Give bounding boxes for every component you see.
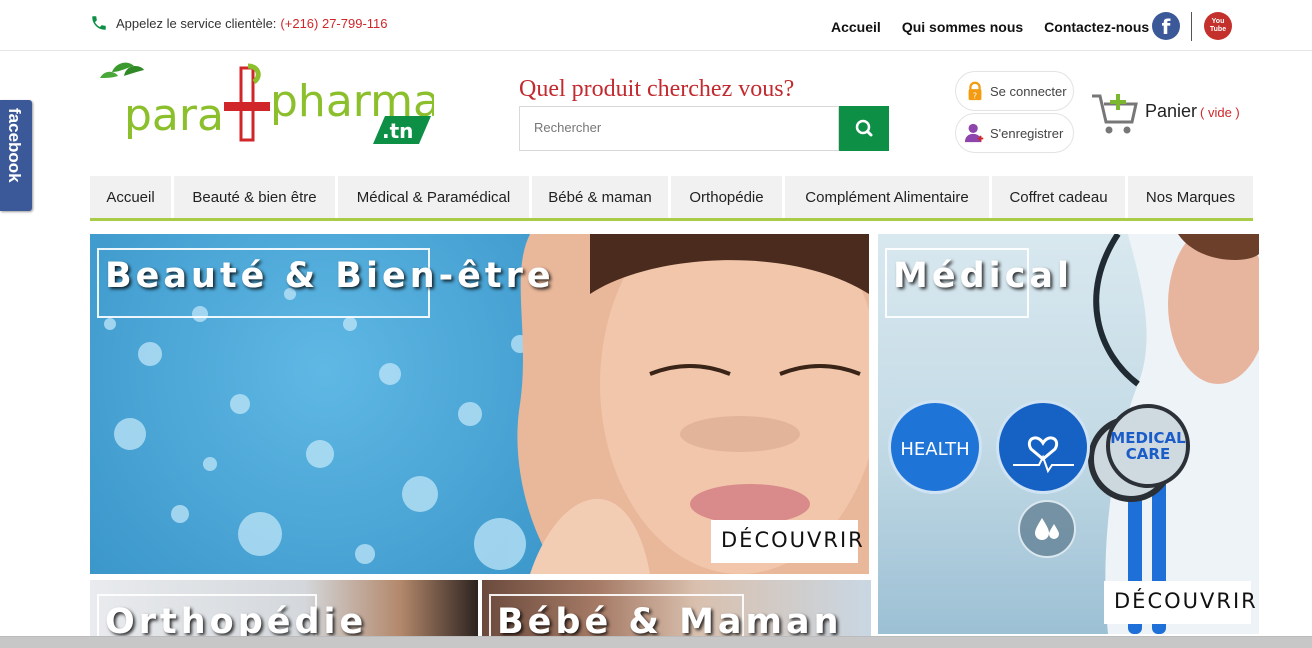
- orthopedie-banner-title: Orthopédie: [97, 594, 363, 636]
- youtube-text-1: You: [1211, 18, 1225, 25]
- baby-banner-title: Bébé & Maman: [489, 594, 839, 636]
- register-button[interactable]: S'enregistrer: [955, 113, 1074, 153]
- search-icon: [855, 119, 873, 137]
- top-link-accueil[interactable]: Accueil: [831, 19, 881, 35]
- medical-discover-button[interactable]: DÉCOUVRIR: [1104, 581, 1256, 624]
- beauty-discover-button[interactable]: DÉCOUVRIR: [711, 520, 863, 563]
- svg-text:?: ?: [973, 90, 977, 100]
- medical-banner-title: Médical: [885, 248, 1069, 318]
- youtube-icon[interactable]: You Tube: [1204, 12, 1232, 40]
- medical-care-line2: CARE: [1125, 445, 1171, 463]
- heart-pulse-icon: [1013, 436, 1074, 474]
- nav-item-medical[interactable]: Médical & Paramédical: [338, 176, 532, 218]
- nav-item-accueil[interactable]: Accueil: [90, 176, 174, 218]
- facebook-side-label: facebook: [5, 108, 24, 183]
- main-nav: Accueil Beauté & bien être Médical & Par…: [90, 176, 1253, 221]
- user-add-icon: [964, 123, 984, 143]
- top-bar: Appelez le service clientèle: (+216) 27-…: [0, 0, 1312, 51]
- cart-summary[interactable]: Panier( vide ): [1145, 101, 1240, 122]
- phone-label: Appelez le service clientèle:: [116, 15, 277, 31]
- nav-item-beaute[interactable]: Beauté & bien être: [174, 176, 338, 218]
- medical-care-line1: MEDICAL: [1110, 429, 1186, 447]
- facebook-side-tab[interactable]: facebook: [0, 100, 32, 211]
- phone-info: Appelez le service clientèle: (+216) 27-…: [90, 14, 388, 32]
- login-button[interactable]: ? Se connecter: [955, 71, 1074, 111]
- register-label: S'enregistrer: [990, 125, 1064, 141]
- cart-label: Panier: [1145, 101, 1198, 121]
- login-label: Se connecter: [990, 83, 1067, 99]
- beauty-banner[interactable]: Beauté & Bien-être DÉCOUVRIR: [90, 234, 869, 574]
- social-divider: [1191, 12, 1192, 41]
- lock-icon: ?: [968, 81, 982, 100]
- medical-care-badge: MEDICAL CARE: [1106, 404, 1190, 488]
- nav-item-coffret[interactable]: Coffret cadeau: [992, 176, 1128, 218]
- baby-banner[interactable]: Bébé & Maman: [482, 580, 871, 636]
- nav-item-orthopedie[interactable]: Orthopédie: [671, 176, 785, 218]
- orthopedie-banner[interactable]: Orthopédie: [90, 580, 478, 636]
- cart-status: ( vide ): [1200, 105, 1240, 120]
- nav-item-complement[interactable]: Complément Alimentaire: [785, 176, 992, 218]
- search-input[interactable]: Rechercher: [519, 106, 839, 151]
- youtube-text-2: Tube: [1209, 26, 1227, 33]
- logo-text-para: para: [124, 90, 224, 141]
- search-button[interactable]: [839, 106, 889, 151]
- top-links: Accueil Qui sommes nous Contactez-nous: [831, 19, 1149, 35]
- heart-pulse-badge: [996, 400, 1090, 494]
- nav-item-bebe[interactable]: Bébé & maman: [532, 176, 671, 218]
- drops-badge: [1018, 500, 1076, 558]
- health-badge: HEALTH: [888, 400, 982, 494]
- top-link-contact[interactable]: Contactez-nous: [1044, 19, 1149, 35]
- nav-item-marques[interactable]: Nos Marques: [1128, 176, 1253, 218]
- top-link-qui-sommes-nous[interactable]: Qui sommes nous: [902, 19, 1023, 35]
- cart-icon[interactable]: [1090, 92, 1138, 136]
- horizontal-scrollbar[interactable]: [0, 636, 1312, 648]
- search-title: Quel produit cherchez vous?: [519, 76, 795, 102]
- water-drops-icon: [1035, 518, 1059, 540]
- facebook-icon[interactable]: f: [1152, 12, 1180, 40]
- phone-number[interactable]: (+216) 27-799-116: [280, 16, 387, 31]
- site-logo[interactable]: para pharma .tn: [98, 58, 434, 153]
- medical-banner[interactable]: Médical HEALTH MEDICAL CARE DÉCOUVRIR: [878, 234, 1259, 634]
- beauty-banner-title: Beauté & Bien-être: [97, 248, 551, 318]
- logo-text-tn: .tn: [382, 119, 413, 143]
- phone-icon: [92, 16, 106, 30]
